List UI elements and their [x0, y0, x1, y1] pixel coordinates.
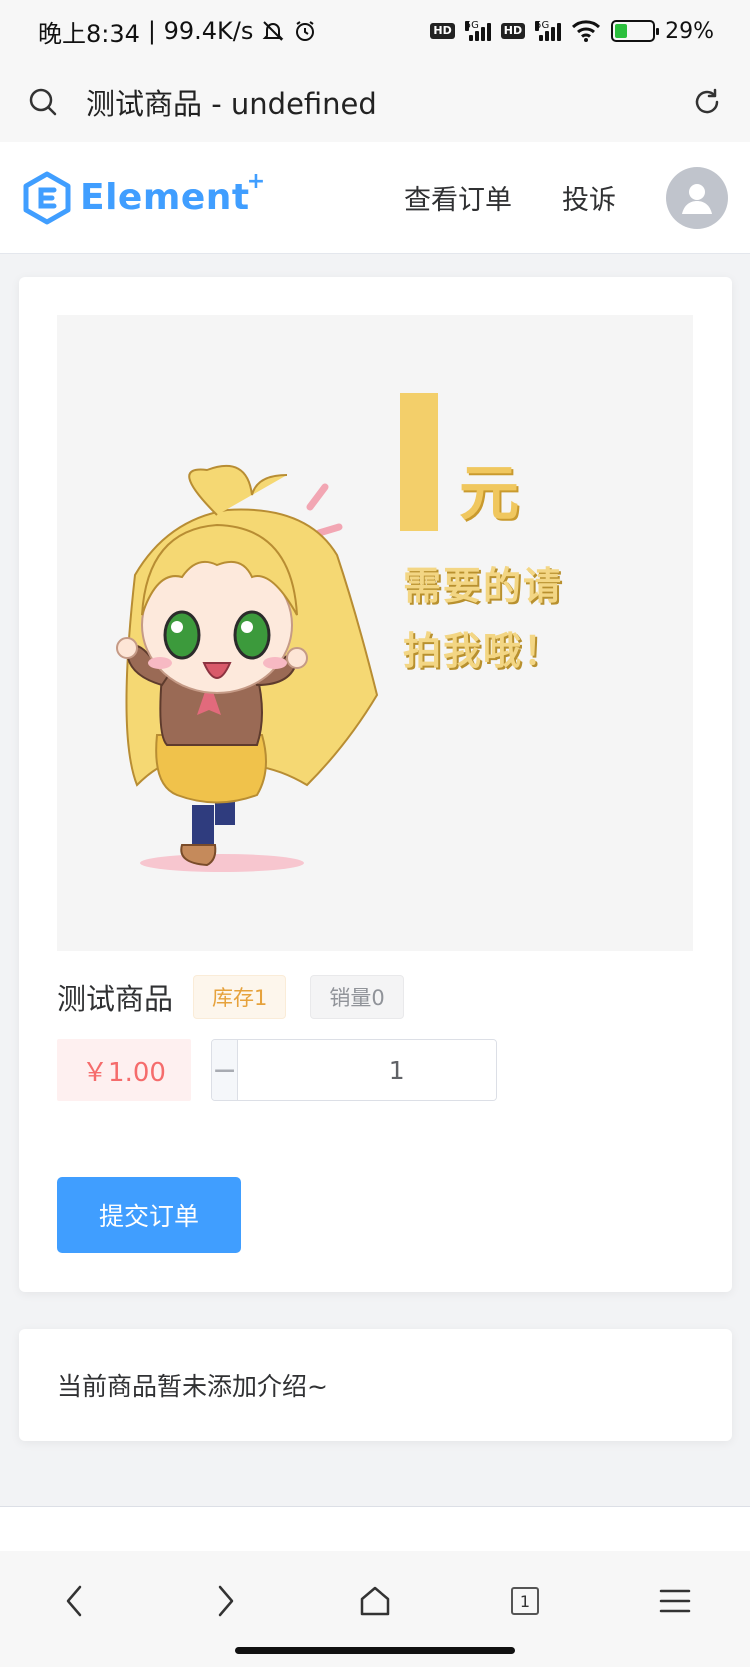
status-left: 晚上8:34 | 99.4K/s: [38, 14, 317, 49]
forward-icon: [218, 1585, 234, 1617]
battery-icon: [611, 20, 660, 42]
image-line2: 拍我哦！: [403, 629, 564, 673]
menu-button[interactable]: [645, 1571, 705, 1631]
mute-bell-icon: [262, 21, 284, 41]
sales-tag: 销量0: [310, 975, 404, 1019]
address-bar[interactable]: 测试商品 - undefined: [0, 62, 750, 142]
submit-order-button[interactable]: 提交订单: [57, 1177, 241, 1253]
avatar[interactable]: [666, 166, 728, 229]
product-name-row: 测试商品 库存1 销量0: [57, 975, 404, 1019]
network-type-1: 5G: [464, 20, 479, 31]
status-speed: | 99.4K/s: [147, 17, 254, 45]
home-indicator[interactable]: [235, 1647, 515, 1654]
back-button[interactable]: [45, 1571, 105, 1631]
quantity-stepper: − +: [211, 1039, 497, 1101]
description-card: 当前商品暂未添加介绍~: [19, 1329, 732, 1441]
header-nav: 查看订单 投诉: [404, 166, 728, 229]
image-line1: 需要的请: [403, 564, 564, 608]
element-logo-icon: [23, 171, 71, 224]
product-name: 测试商品: [57, 982, 174, 1016]
logo-word: Element: [80, 177, 250, 218]
tabs-button[interactable]: 1: [495, 1571, 555, 1631]
battery-level: 29%: [665, 18, 714, 44]
site-header: Element + 查看订单 投诉: [0, 142, 750, 254]
price-badge: ￥1.00: [57, 1039, 191, 1101]
description-text: 当前商品暂未添加介绍~: [57, 1372, 328, 1401]
menu-icon: [659, 1589, 691, 1613]
home-button[interactable]: [345, 1571, 405, 1631]
footer: [0, 1507, 750, 1551]
network-type-2: 5G: [535, 20, 550, 31]
tabs-icon: 1: [511, 1587, 539, 1615]
avatar-user-icon: [682, 183, 712, 214]
price-row: ￥1.00 − +: [57, 1039, 497, 1101]
nav-view-orders[interactable]: 查看订单: [404, 178, 512, 217]
signal-icon-1: 5G: [464, 20, 491, 41]
status-time: 晚上8:34: [38, 19, 140, 48]
alarm-icon: [296, 21, 315, 41]
hd-badge-1: HD: [430, 23, 455, 39]
status-right: HD 5G HD 5G 29%: [430, 19, 714, 44]
logo-plus: +: [246, 169, 266, 194]
product-image: 1 元 需要的请 拍我哦！: [57, 315, 693, 951]
decrease-button[interactable]: −: [212, 1040, 239, 1100]
logo-text: Element +: [80, 169, 265, 218]
signal-icon-2: 5G: [535, 20, 562, 41]
refresh-icon[interactable]: [692, 87, 722, 117]
logo[interactable]: Element +: [22, 169, 265, 225]
image-unit: 元: [459, 459, 519, 529]
status-bar: 晚上8:34 | 99.4K/s HD 5G HD 5G 29%: [0, 0, 750, 62]
product-card: 1 元 需要的请 拍我哦！ 测试商品 库存1 销量0 ￥1.00 − + 提交订…: [19, 277, 732, 1292]
product-illustration: [116, 393, 438, 872]
stock-tag: 库存1: [193, 975, 287, 1019]
hd-badge-2: HD: [500, 23, 526, 39]
quantity-input[interactable]: [238, 1040, 496, 1100]
wifi-icon: [572, 20, 601, 42]
forward-button[interactable]: [195, 1571, 255, 1631]
search-icon[interactable]: [28, 87, 58, 117]
home-icon: [360, 1586, 390, 1616]
back-icon: [66, 1585, 82, 1617]
page-title[interactable]: 测试商品 - undefined: [86, 81, 692, 123]
nav-complaint[interactable]: 投诉: [562, 178, 616, 217]
